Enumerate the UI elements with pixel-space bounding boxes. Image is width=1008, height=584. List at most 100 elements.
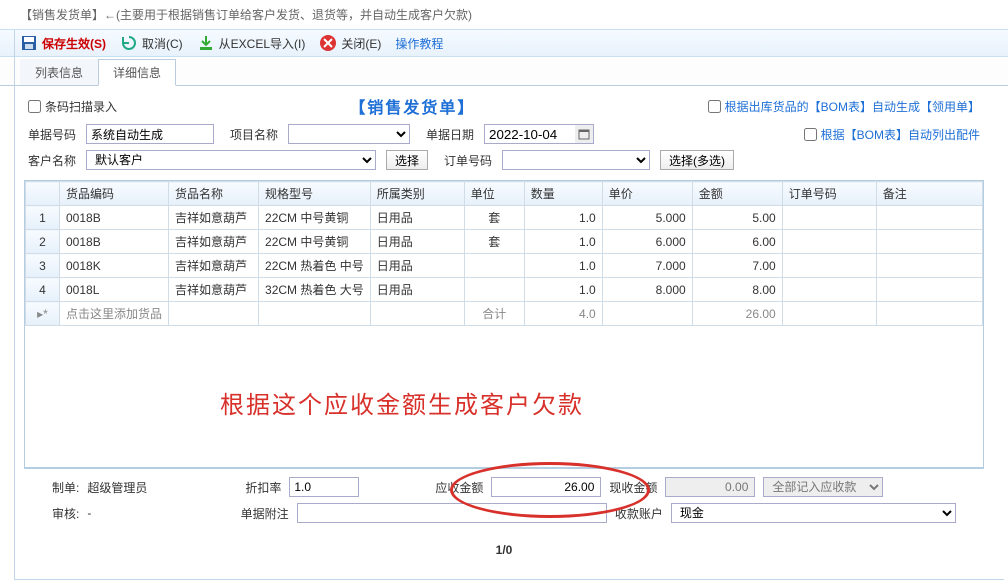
cell-amount[interactable]: 7.00 — [692, 254, 782, 278]
auditor-label: 审核: — [52, 505, 79, 522]
cell-order-no[interactable] — [782, 278, 876, 302]
cancel-label: 取消(C) — [142, 35, 183, 52]
cell-unit[interactable] — [464, 254, 524, 278]
remark-input[interactable] — [297, 503, 607, 523]
cell-qty[interactable]: 1.0 — [524, 254, 602, 278]
close-label: 关闭(E) — [341, 35, 381, 52]
order-no-select[interactable] — [502, 150, 650, 170]
doc-date-input[interactable] — [485, 125, 575, 143]
col-spec[interactable]: 规格型号 — [259, 182, 371, 206]
col-unit[interactable]: 单位 — [464, 182, 524, 206]
col-amount[interactable]: 金额 — [692, 182, 782, 206]
cell-unit[interactable]: 套 — [464, 230, 524, 254]
cell-amount[interactable]: 6.00 — [692, 230, 782, 254]
cell-order-no[interactable] — [782, 254, 876, 278]
cell-spec[interactable]: 22CM 中号黄铜 — [259, 230, 371, 254]
cell-unit[interactable]: 套 — [464, 206, 524, 230]
cell-unit[interactable] — [464, 278, 524, 302]
cell-remark[interactable] — [876, 254, 982, 278]
cell-name[interactable]: 吉祥如意葫芦 — [169, 254, 259, 278]
cell-name[interactable]: 吉祥如意葫芦 — [169, 230, 259, 254]
add-item-row[interactable]: ▸*点击这里添加货品合计4.026.00 — [26, 302, 983, 326]
close-button[interactable]: 关闭(E) — [319, 34, 381, 52]
cell-remark[interactable] — [876, 278, 982, 302]
customer-select[interactable]: 默认客户 — [86, 150, 376, 170]
receivable-label: 应收金额 — [435, 479, 483, 496]
cell-price[interactable]: 5.000 — [602, 206, 692, 230]
receivable-input[interactable] — [491, 477, 601, 497]
cell-remark[interactable] — [876, 206, 982, 230]
bom-generate-checkbox[interactable]: 根据出库货品的【BOM表】自动生成【领用单】 — [708, 98, 980, 115]
cell-spec[interactable]: 22CM 热着色 中号 — [259, 254, 371, 278]
cell-code[interactable]: 0018B — [60, 230, 169, 254]
col-category[interactable]: 所属类别 — [370, 182, 464, 206]
record-select[interactable]: 全部记入应收款 — [763, 477, 883, 497]
table-row[interactable]: 40018L吉祥如意葫芦32CM 热着色 大号日用品1.08.0008.00 — [26, 278, 983, 302]
doc-date-picker[interactable] — [484, 124, 594, 144]
row-index: 2 — [26, 230, 60, 254]
save-label: 保存生效(S) — [42, 35, 106, 52]
col-name[interactable]: 货品名称 — [169, 182, 259, 206]
cell-name[interactable]: 吉祥如意葫芦 — [169, 278, 259, 302]
cell-price[interactable]: 6.000 — [602, 230, 692, 254]
cash-input — [665, 477, 755, 497]
cell-code[interactable]: 0018B — [60, 206, 169, 230]
table-row[interactable]: 20018B吉祥如意葫芦22CM 中号黄铜日用品套1.06.0006.00 — [26, 230, 983, 254]
doc-no-input[interactable] — [86, 124, 214, 144]
bom-parts-input[interactable] — [804, 128, 817, 141]
table-row[interactable]: 30018K吉祥如意葫芦22CM 热着色 中号日用品1.07.0007.00 — [26, 254, 983, 278]
col-remark[interactable]: 备注 — [876, 182, 982, 206]
order-no-label: 订单号码 — [444, 152, 492, 169]
cell-name[interactable]: 吉祥如意葫芦 — [169, 206, 259, 230]
barcode-check-input[interactable] — [28, 100, 41, 113]
cell-category[interactable]: 日用品 — [370, 206, 464, 230]
bom-parts-checkbox[interactable]: 根据【BOM表】自动列出配件 — [804, 126, 980, 143]
cell-order-no[interactable] — [782, 206, 876, 230]
annotation-text: 根据这个应收金额生成客户欠款 — [220, 385, 584, 420]
customer-select-button[interactable]: 选择 — [386, 150, 428, 170]
cell-qty[interactable]: 1.0 — [524, 206, 602, 230]
cell-amount[interactable]: 8.00 — [692, 278, 782, 302]
discount-input[interactable] — [289, 477, 359, 497]
cell-category[interactable]: 日用品 — [370, 254, 464, 278]
cell-category[interactable]: 日用品 — [370, 278, 464, 302]
cell-category[interactable]: 日用品 — [370, 230, 464, 254]
form-area: 条码扫描录入 【销售发货单】 根据出库货品的【BOM表】自动生成【领用单】 单据… — [0, 86, 1008, 180]
cancel-button[interactable]: 取消(C) — [120, 34, 183, 52]
add-row-text[interactable]: 点击这里添加货品 — [60, 302, 169, 326]
col-order-no[interactable]: 订单号码 — [782, 182, 876, 206]
col-qty[interactable]: 数量 — [524, 182, 602, 206]
account-select[interactable]: 现金 — [671, 503, 956, 523]
cell-price[interactable]: 7.000 — [602, 254, 692, 278]
discount-label: 折扣率 — [245, 479, 281, 496]
add-row-marker: ▸* — [26, 302, 60, 326]
cell-code[interactable]: 0018L — [60, 278, 169, 302]
cell-code[interactable]: 0018K — [60, 254, 169, 278]
save-button[interactable]: 保存生效(S) — [20, 34, 106, 52]
tabs: 列表信息 详细信息 — [0, 59, 1008, 86]
total-label: 合计 — [464, 302, 524, 326]
bom-generate-input[interactable] — [708, 100, 721, 113]
cell-amount[interactable]: 5.00 — [692, 206, 782, 230]
calendar-icon[interactable] — [575, 125, 593, 143]
order-select-multi-button[interactable]: 选择(多选) — [660, 150, 734, 170]
tutorial-link[interactable]: 操作教程 — [395, 35, 443, 52]
data-grid[interactable]: 货品编码 货品名称 规格型号 所属类别 单位 数量 单价 金额 订单号码 备注 … — [24, 180, 984, 468]
import-button[interactable]: 从EXCEL导入(I) — [197, 34, 306, 52]
cell-spec[interactable]: 32CM 热着色 大号 — [259, 278, 371, 302]
tab-list-info[interactable]: 列表信息 — [20, 59, 98, 85]
col-price[interactable]: 单价 — [602, 182, 692, 206]
table-row[interactable]: 10018B吉祥如意葫芦22CM 中号黄铜日用品套1.05.0005.00 — [26, 206, 983, 230]
cell-qty[interactable]: 1.0 — [524, 230, 602, 254]
cell-qty[interactable]: 1.0 — [524, 278, 602, 302]
toolbar: 保存生效(S) 取消(C) 从EXCEL导入(I) 关闭(E) 操作教程 — [0, 29, 1008, 57]
project-select[interactable] — [288, 124, 410, 144]
cell-remark[interactable] — [876, 230, 982, 254]
col-code[interactable]: 货品编码 — [60, 182, 169, 206]
cell-price[interactable]: 8.000 — [602, 278, 692, 302]
cell-spec[interactable]: 22CM 中号黄铜 — [259, 206, 371, 230]
barcode-checkbox[interactable]: 条码扫描录入 — [28, 98, 117, 115]
cell-order-no[interactable] — [782, 230, 876, 254]
doc-date-label: 单据日期 — [426, 126, 474, 143]
tab-detail-info[interactable]: 详细信息 — [98, 59, 176, 86]
